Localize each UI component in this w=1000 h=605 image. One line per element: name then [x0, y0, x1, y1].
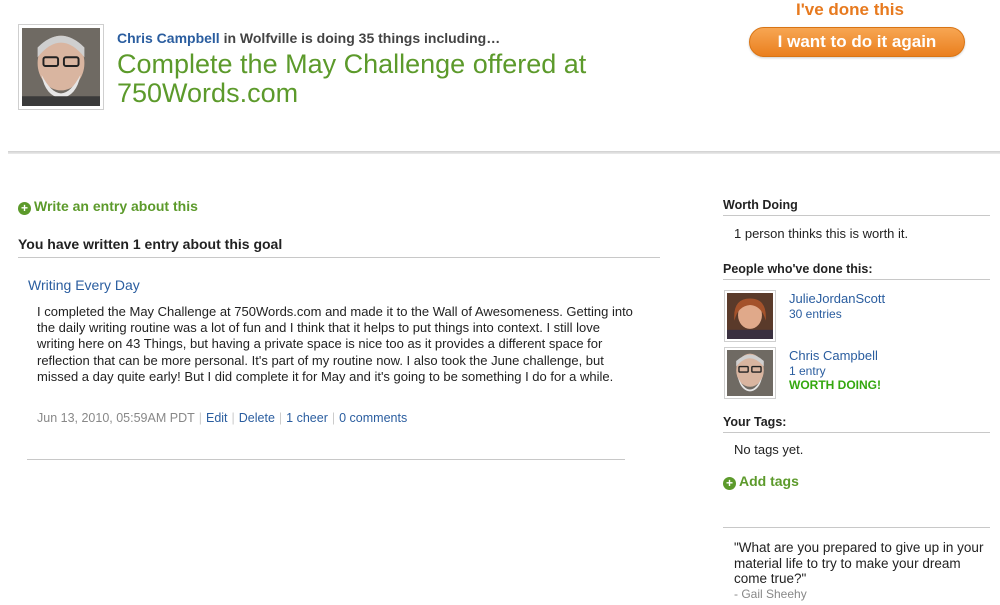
separator: | — [231, 411, 235, 425]
plus-circle-icon: + — [723, 477, 736, 490]
person-photo — [727, 350, 773, 396]
add-tags-label: Add tags — [739, 473, 799, 489]
cheers-link[interactable]: 1 cheer — [286, 411, 328, 425]
goal-title: Complete the May Challenge offered at 75… — [117, 49, 587, 108]
write-entry-link[interactable]: + Write an entry about this — [18, 198, 198, 215]
worth-doing-heading: Worth Doing — [723, 198, 990, 216]
worth-doing-text: 1 person thinks this is worth it. — [734, 226, 909, 241]
entries-heading: You have written 1 entry about this goal — [18, 236, 660, 258]
user-name-link[interactable]: Chris Campbell — [117, 30, 220, 46]
person-name-link[interactable]: JulieJordanScott — [789, 291, 885, 306]
delete-link[interactable]: Delete — [239, 411, 275, 425]
goal-header: Chris Campbell in Wolfville is doing 35 … — [0, 0, 1000, 152]
add-tags-link[interactable]: + Add tags — [723, 473, 799, 490]
header-divider — [8, 151, 1000, 154]
do-again-button[interactable]: I want to do it again — [749, 27, 965, 57]
person-entries-link[interactable]: 30 entries — [789, 307, 842, 321]
user-avatar[interactable] — [18, 24, 104, 110]
person-photo — [727, 293, 773, 339]
comments-link[interactable]: 0 comments — [339, 411, 407, 425]
quote-author: - Gail Sheehy — [734, 587, 807, 601]
edit-link[interactable]: Edit — [206, 411, 228, 425]
separator: | — [278, 411, 283, 425]
entry-body: I completed the May Challenge at 750Word… — [37, 304, 633, 384]
entry-timestamp: Jun 13, 2010, 05:59AM PDT — [37, 411, 195, 425]
person-avatar-julie[interactable] — [724, 290, 776, 342]
your-tags-heading: Your Tags: — [723, 415, 990, 433]
person-name-link[interactable]: Chris Campbell — [789, 348, 878, 363]
user-location-line: Chris Campbell in Wolfville is doing 35 … — [117, 30, 500, 46]
entry-meta: Jun 13, 2010, 05:59AM PDT | Edit | Delete | 1 … — [37, 411, 407, 425]
people-done-heading: People who've done this: — [723, 262, 990, 280]
separator: | — [331, 411, 336, 425]
done-label: I've done this — [796, 0, 904, 19]
location-text: in Wolfville is doing 35 things includin… — [219, 30, 501, 46]
no-tags-text: No tags yet. — [734, 442, 804, 457]
plus-circle-icon: + — [18, 202, 31, 215]
person-entries-link[interactable]: 1 entry — [789, 364, 826, 378]
quote-divider — [723, 527, 990, 528]
entry-divider — [27, 459, 625, 460]
person-avatar-chris[interactable] — [724, 347, 776, 399]
worth-doing-badge: WORTH DOING! — [789, 378, 881, 392]
quote-text: "What are you prepared to give up in you… — [734, 540, 984, 587]
separator: | — [198, 411, 202, 425]
user-photo — [22, 28, 100, 106]
write-entry-label: Write an entry about this — [34, 198, 198, 214]
entry-title-link[interactable]: Writing Every Day — [28, 277, 140, 293]
